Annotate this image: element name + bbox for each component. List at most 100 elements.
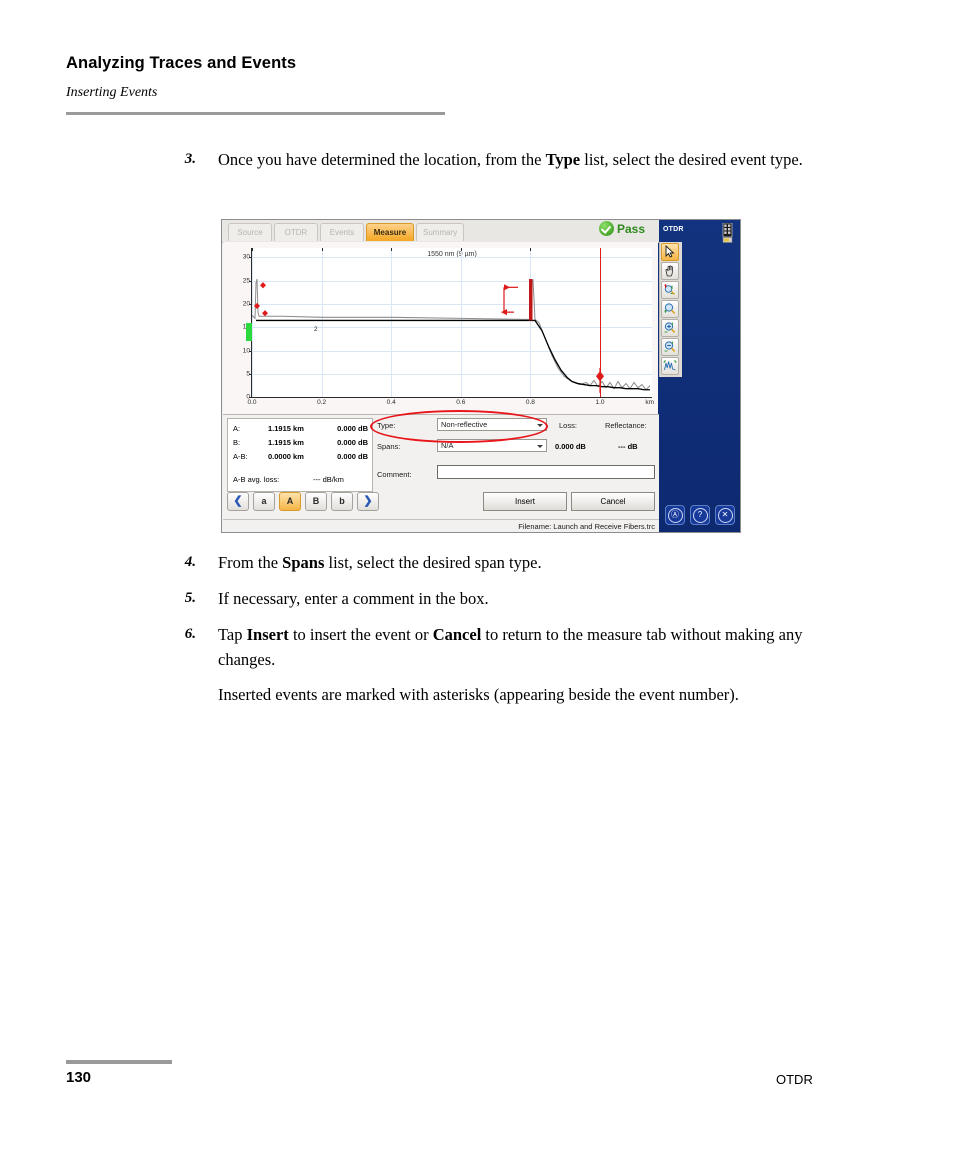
nav-marker-a[interactable]: A: [279, 492, 301, 511]
readout-b-loss: 0.000 dB: [337, 438, 368, 447]
readout-b-distance: 1.1915 km: [268, 438, 304, 447]
x-tick-3: 0.6: [456, 399, 466, 406]
device-brand-label: OTDR: [663, 226, 684, 233]
readout-b-label: B:: [233, 438, 241, 447]
device-button-close-label: ✕: [717, 508, 733, 523]
nav-marker-b-low[interactable]: b: [331, 492, 353, 511]
x-tick-5: 1.0: [595, 399, 605, 406]
zoom-out-icon[interactable]: [661, 338, 679, 356]
readout-ab-label: A-B:: [233, 452, 248, 461]
tab-events[interactable]: Events: [320, 223, 364, 241]
insert-button[interactable]: Insert: [483, 492, 567, 511]
type-dropdown[interactable]: Non-reflective: [437, 418, 547, 431]
spans-dropdown[interactable]: N/A: [437, 439, 547, 452]
readout-row-avg: A-B avg. loss: --- dB/km: [233, 475, 368, 486]
step-6-text: Tap Insert to insert the event or Cancel…: [218, 625, 803, 669]
battery-status-icon: [722, 223, 733, 243]
device-button-close[interactable]: ✕: [715, 505, 735, 525]
readout-row-ab: A-B: 0.0000 km 0.000 dB: [233, 452, 368, 463]
reflectance-label: Reflectance:: [605, 421, 647, 430]
y-tick-mark-0: [249, 397, 252, 398]
device-button-info-label: Ⓐ: [667, 508, 683, 523]
cursor-arrow-icon[interactable]: [661, 243, 679, 261]
readout-row-a: A: 1.1915 km 0.000 dB: [233, 424, 368, 435]
step-3-text: Once you have determined the location, f…: [218, 150, 803, 169]
tab-bar: Source OTDR Events Measure Summary Pass: [222, 220, 659, 243]
status-badge-label: Pass: [617, 221, 646, 236]
step-4: 4. From the Spans list, select the desir…: [170, 550, 810, 575]
x-tick-1: 0.2: [317, 399, 327, 406]
device-side-buttons: Ⓐ ? ✕: [665, 505, 735, 525]
loss-value: 0.000 dB: [555, 442, 586, 451]
event-marker-label: 2: [314, 326, 318, 333]
fit-trace-icon[interactable]: [661, 357, 679, 375]
device-button-help[interactable]: ?: [690, 505, 710, 525]
check-circle-icon: [599, 221, 614, 236]
cursor-line-red[interactable]: [600, 248, 601, 397]
step-3: 3. Once you have determined the location…: [170, 147, 810, 172]
reflectance-value: --- dB: [618, 442, 638, 451]
type-dropdown-value: Non-reflective: [441, 420, 488, 429]
step-4-number: 4.: [184, 554, 196, 570]
step-6: 6. Tap Insert to insert the event or Can…: [170, 622, 810, 672]
status-bar: Filename: Launch and Receive Fibers.trc: [223, 519, 659, 532]
event-fields: Type: Non-reflective Loss: Reflectance: …: [375, 418, 657, 492]
trace-graph[interactable]: 1550 nm (9 µm) 30 25 20 15 10 5 0: [223, 242, 658, 414]
comment-input[interactable]: [437, 465, 655, 479]
step-5-number: 5.: [184, 590, 196, 606]
span-marker-green[interactable]: [246, 322, 252, 341]
readout-ab-distance: 0.0000 km: [268, 452, 304, 461]
x-tick-4: 0.8: [525, 399, 535, 406]
graph-toolbar: [659, 242, 682, 377]
readout-ab-loss: 0.000 dB: [337, 452, 368, 461]
chevron-down-icon: [537, 424, 543, 427]
step-5-text: If necessary, enter a comment in the box…: [218, 589, 489, 608]
measure-form-panel: A: 1.1915 km 0.000 dB B: 1.1915 km 0.000…: [223, 414, 659, 532]
trace-nav-buttons: ❮ a A B b ❯: [227, 492, 379, 511]
note-paragraph: Inserted events are marked with asterisk…: [218, 685, 739, 704]
section-title: Inserting Events: [66, 85, 158, 100]
chevron-down-icon-spans: [537, 445, 543, 448]
magnifier-icon[interactable]: [661, 300, 679, 318]
comment-label: Comment:: [377, 470, 412, 479]
nav-prev-button[interactable]: ❮: [227, 492, 249, 511]
readout-a-label: A:: [233, 424, 241, 433]
readout-a-loss: 0.000 dB: [337, 424, 368, 433]
footer-divider: [66, 1060, 172, 1064]
nav-next-button[interactable]: ❯: [357, 492, 379, 511]
chapter-title: Analyzing Traces and Events: [66, 54, 297, 72]
nav-marker-a-low[interactable]: a: [253, 492, 275, 511]
zoom-in-icon[interactable]: [661, 319, 679, 337]
header-divider: [66, 112, 445, 115]
footer-label: OTDR: [776, 1072, 813, 1087]
pan-hand-icon[interactable]: [661, 262, 679, 280]
cursor-markers: [254, 279, 604, 393]
readout-row-b: B: 1.1915 km 0.000 dB: [233, 438, 368, 449]
cursor-readout-table: A: 1.1915 km 0.000 dB B: 1.1915 km 0.000…: [227, 418, 373, 492]
readout-avg-value: --- dB/km: [313, 475, 344, 484]
tab-otdr[interactable]: OTDR: [274, 223, 318, 241]
nav-marker-b[interactable]: B: [305, 492, 327, 511]
type-label: Type:: [377, 421, 396, 430]
device-button-info[interactable]: Ⓐ: [665, 505, 685, 525]
page-number: 130: [66, 1069, 92, 1086]
plot-area[interactable]: 1550 nm (9 µm) 30 25 20 15 10 5 0: [243, 248, 654, 406]
readout-avg-label: A-B avg. loss:: [233, 475, 280, 484]
marker-set-icon[interactable]: [661, 281, 679, 299]
loss-label: Loss:: [559, 421, 577, 430]
tab-source[interactable]: Source: [228, 223, 272, 241]
x-axis-unit-label: km: [645, 399, 654, 406]
step-4-text: From the Spans list, select the desired …: [218, 553, 542, 572]
x-tick-2: 0.4: [386, 399, 396, 406]
step-3-number: 3.: [184, 151, 196, 167]
spans-dropdown-value: N/A: [441, 441, 454, 450]
otdr-device-screenshot: OTDR Ⓐ ? ✕ Source OTDR Events Measure Su…: [221, 219, 741, 533]
x-tick-0: 0.0: [247, 399, 257, 406]
step-5: 5. If necessary, enter a comment in the …: [170, 586, 810, 611]
tab-summary[interactable]: Summary: [416, 223, 464, 241]
status-badge: Pass: [599, 221, 645, 236]
tab-measure[interactable]: Measure: [366, 223, 414, 241]
filename-label: Filename: Launch and Receive Fibers.trc: [518, 522, 655, 531]
cancel-button[interactable]: Cancel: [571, 492, 655, 511]
device-button-help-label: ?: [692, 508, 708, 523]
